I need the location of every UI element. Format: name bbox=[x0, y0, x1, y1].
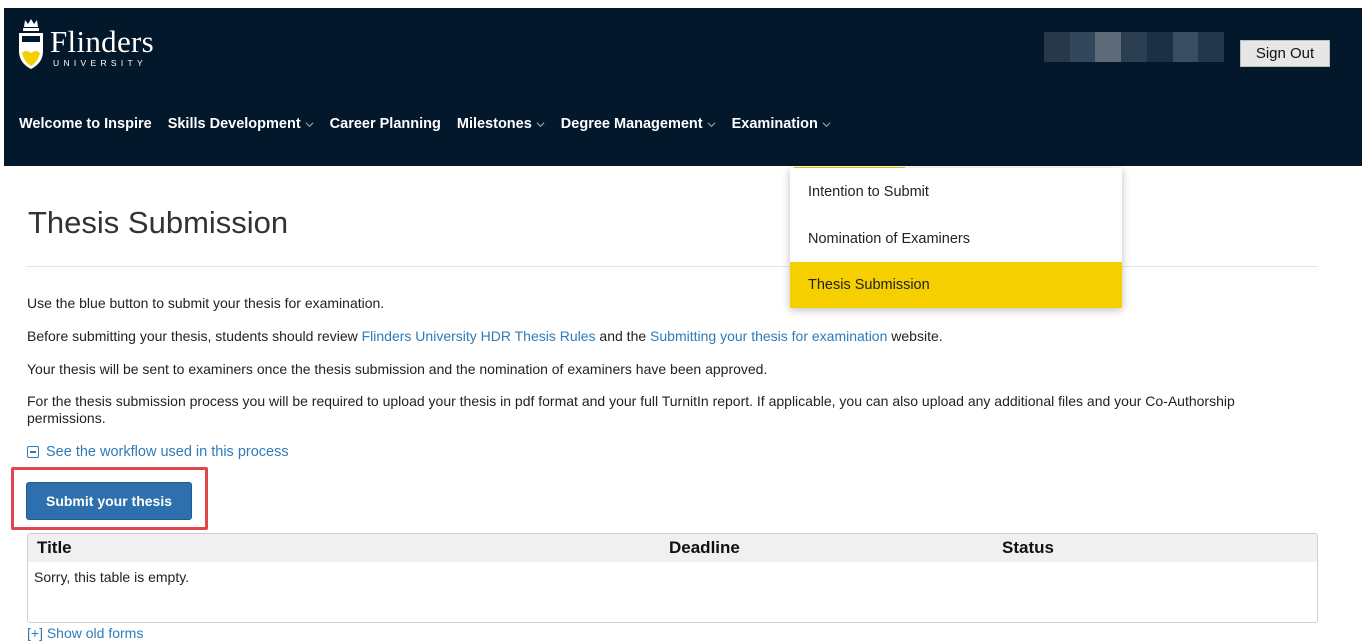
menu-item-thesis-submission[interactable]: Thesis Submission bbox=[790, 262, 1122, 308]
logo-subtitle: UNIVERSITY bbox=[53, 58, 148, 68]
paragraph-text: Before submitting your thesis, students … bbox=[27, 328, 362, 344]
chevron-down-icon bbox=[822, 121, 831, 127]
nav-examination[interactable]: Examination bbox=[732, 116, 831, 132]
column-header-deadline[interactable]: Deadline bbox=[669, 538, 740, 558]
show-old-forms-link[interactable]: [+] Show old forms bbox=[27, 625, 143, 641]
upload-paragraph: For the thesis submission process you wi… bbox=[27, 393, 1235, 426]
title-divider bbox=[26, 266, 1318, 267]
column-header-status[interactable]: Status bbox=[1002, 538, 1054, 558]
logo-name: Flinders bbox=[50, 24, 155, 59]
sign-out-button[interactable]: Sign Out bbox=[1240, 40, 1330, 67]
nav-label: Career Planning bbox=[329, 116, 441, 132]
nav-label: Degree Management bbox=[560, 116, 703, 132]
hdr-thesis-rules-link[interactable]: Flinders University HDR Thesis Rules bbox=[362, 328, 596, 344]
column-header-title[interactable]: Title bbox=[37, 538, 72, 558]
empty-table-message: Sorry, this table is empty. bbox=[34, 569, 190, 585]
page-title: Thesis Submission bbox=[28, 205, 289, 240]
site-header: Flinders UNIVERSITY Sign Out Welcome to … bbox=[4, 8, 1362, 176]
examination-dropdown-menu: Intention to Submit Nomination of Examin… bbox=[790, 168, 1122, 308]
table-header: Title Deadline Status bbox=[28, 534, 1317, 562]
nav-label: Milestones bbox=[456, 116, 532, 132]
intro-paragraph: Use the blue button to submit your thesi… bbox=[27, 295, 385, 311]
nav-career-planning[interactable]: Career Planning bbox=[330, 116, 441, 132]
collapse-minus-icon bbox=[27, 446, 39, 458]
review-paragraph: Before submitting your thesis, students … bbox=[27, 328, 1317, 345]
forms-table: Title Deadline Status Sorry, this table … bbox=[27, 533, 1318, 623]
user-name-redacted bbox=[1044, 32, 1225, 62]
main-nav: Welcome to Inspire Skills Development Ca… bbox=[19, 116, 905, 176]
menu-item-nomination-of-examiners[interactable]: Nomination of Examiners bbox=[790, 215, 1122, 262]
workflow-toggle[interactable]: See the workflow used in this process bbox=[27, 444, 289, 460]
nav-degree-management[interactable]: Degree Management bbox=[561, 116, 716, 132]
chevron-down-icon bbox=[305, 121, 314, 127]
nav-milestones[interactable]: Milestones bbox=[457, 116, 545, 132]
submit-thesis-button[interactable]: Submit your thesis bbox=[26, 482, 192, 520]
nav-skills-development[interactable]: Skills Development bbox=[168, 116, 314, 132]
university-crest-icon bbox=[19, 19, 43, 69]
paragraph-text: website. bbox=[887, 328, 943, 344]
nav-label: Skills Development bbox=[167, 116, 301, 132]
examiners-paragraph: Your thesis will be sent to examiners on… bbox=[27, 361, 768, 377]
menu-item-intention-to-submit[interactable]: Intention to Submit bbox=[790, 168, 1122, 215]
paragraph-text: and the bbox=[595, 328, 651, 344]
nav-welcome[interactable]: Welcome to Inspire bbox=[19, 116, 152, 132]
chevron-down-icon bbox=[707, 121, 716, 127]
flinders-logo[interactable]: Flinders UNIVERSITY bbox=[16, 18, 154, 72]
workflow-link[interactable]: See the workflow used in this process bbox=[46, 444, 289, 460]
nav-label: Examination bbox=[731, 116, 818, 132]
nav-label: Welcome to Inspire bbox=[19, 116, 152, 132]
chevron-down-icon bbox=[536, 121, 545, 127]
submitting-thesis-link[interactable]: Submitting your thesis for examination bbox=[650, 328, 887, 344]
